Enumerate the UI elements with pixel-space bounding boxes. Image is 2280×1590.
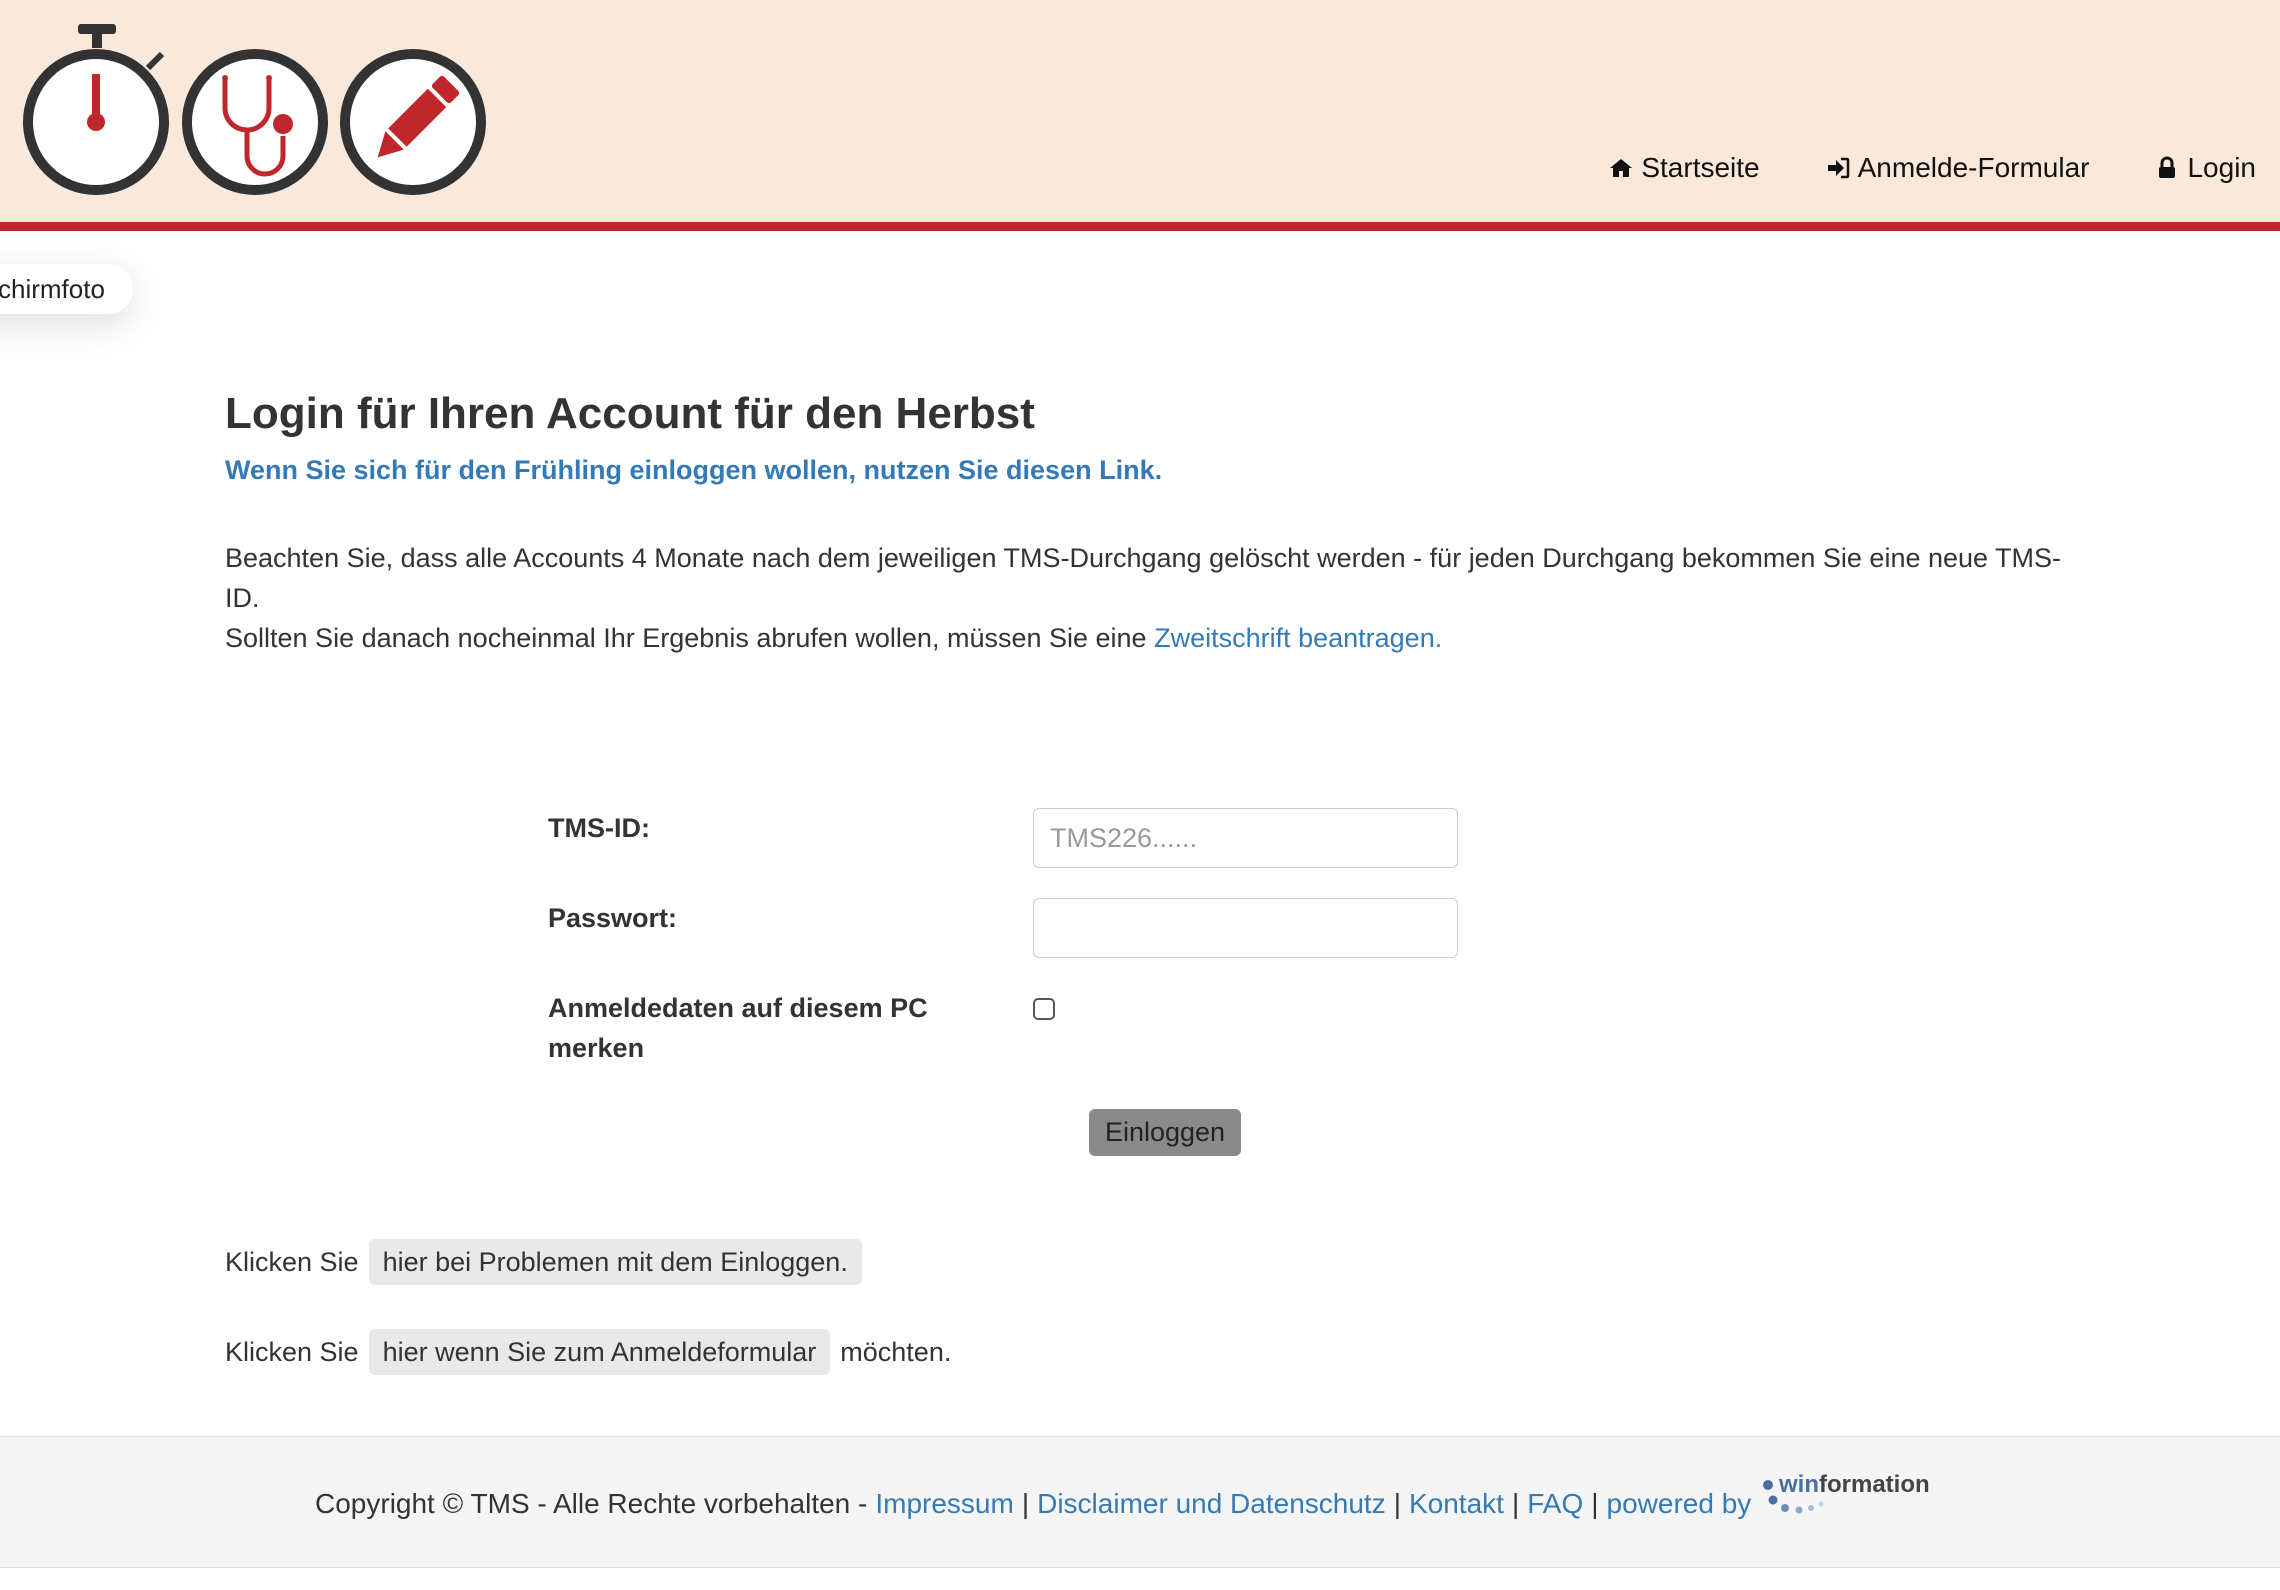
nav-login[interactable]: Login bbox=[2155, 152, 2256, 184]
footer-separator: | bbox=[1393, 1488, 1401, 1519]
stopwatch-icon bbox=[23, 24, 169, 195]
pencil-icon bbox=[340, 49, 486, 195]
winformation-logo[interactable]: winformation bbox=[1761, 1474, 1951, 1522]
main-content: Login für Ihren Account für den Herbst W… bbox=[225, 388, 2085, 658]
header-accent-bar bbox=[0, 222, 2280, 231]
help-prefix: Klicken Sie bbox=[225, 1336, 359, 1367]
screenshot-tab-label: chirmfoto bbox=[0, 274, 105, 304]
login-submit-button[interactable]: Einloggen bbox=[1089, 1109, 1241, 1156]
notice-line-2-text: Sollten Sie danach nocheinmal Ihr Ergebn… bbox=[225, 623, 1147, 653]
remember-label: Anmeldedaten auf diesem PC merken bbox=[548, 993, 928, 1063]
footer-separator: | bbox=[1511, 1488, 1520, 1519]
tms-id-input[interactable] bbox=[1033, 808, 1458, 868]
faq-link[interactable]: FAQ bbox=[1527, 1488, 1583, 1520]
login-form: TMS-ID: Passwort: Anmeldedaten auf diese… bbox=[548, 808, 1468, 1078]
page-title: Login für Ihren Account für den Herbst bbox=[225, 389, 1035, 438]
privacy-link[interactable]: Disclaimer und Datenschutz bbox=[1037, 1488, 1386, 1520]
registration-form-row: Klicken Sie hier wenn Sie zum Anmeldefor… bbox=[225, 1329, 951, 1375]
help-suffix: möchten. bbox=[840, 1336, 952, 1367]
notice-line-2: Sollten Sie danach nocheinmal Ihr Ergebn… bbox=[225, 618, 2085, 658]
help-prefix: Klicken Sie bbox=[225, 1246, 359, 1277]
login-problems-row: Klicken Sie hier bei Problemen mit dem E… bbox=[225, 1239, 872, 1285]
duplicate-request-link[interactable]: Zweitschrift beantragen. bbox=[1154, 623, 1442, 653]
lock-icon bbox=[2159, 156, 2176, 178]
screenshot-tab[interactable]: chirmfoto bbox=[0, 264, 133, 314]
logo-icons bbox=[23, 24, 486, 195]
remember-row: Anmeldedaten auf diesem PC merken bbox=[548, 988, 1468, 1078]
home-icon bbox=[1610, 159, 1633, 177]
nav-startseite[interactable]: Startseite bbox=[1609, 152, 1760, 184]
copyright-text: Copyright © TMS - Alle Rechte vorbehalte… bbox=[315, 1488, 868, 1519]
powered-by-link[interactable]: powered by bbox=[1607, 1488, 1752, 1520]
winformation-dots-icon: winformation bbox=[1763, 1474, 1930, 1514]
impressum-link[interactable]: Impressum bbox=[875, 1488, 1013, 1520]
footer-line: Copyright © TMS - Alle Rechte vorbehalte… bbox=[315, 1474, 1951, 1528]
remember-checkbox[interactable] bbox=[1033, 998, 1055, 1020]
nav-label: Startseite bbox=[1641, 152, 1760, 183]
sign-in-icon bbox=[1827, 157, 1849, 179]
spring-login-link[interactable]: Wenn Sie sich für den Frühling einloggen… bbox=[225, 450, 2085, 490]
tms-id-row: TMS-ID: bbox=[548, 808, 1468, 898]
nav-anmelde-formular[interactable]: Anmelde-Formular bbox=[1826, 152, 2090, 184]
tms-id-label: TMS-ID: bbox=[548, 813, 650, 843]
login-problems-link[interactable]: hier bei Problemen mit dem Einloggen. bbox=[368, 1239, 862, 1285]
winformation-wordmark: winformation bbox=[1778, 1474, 1930, 1498]
footer-separator: | bbox=[1591, 1488, 1599, 1519]
site-header: Startseite Anmelde-Formular Login bbox=[0, 0, 2280, 222]
account-notice: Beachten Sie, dass alle Accounts 4 Monat… bbox=[225, 538, 2085, 658]
password-label: Passwort: bbox=[548, 903, 678, 933]
footer-separator: | bbox=[1021, 1488, 1030, 1519]
nav-label: Anmelde-Formular bbox=[1857, 152, 2090, 183]
main-nav: Startseite Anmelde-Formular Login bbox=[1609, 152, 2256, 184]
site-footer: Copyright © TMS - Alle Rechte vorbehalte… bbox=[0, 1436, 2280, 1568]
tms-logo[interactable] bbox=[20, 24, 490, 198]
password-row: Passwort: bbox=[548, 898, 1468, 988]
password-input[interactable] bbox=[1033, 898, 1458, 958]
stethoscope-icon bbox=[182, 49, 328, 195]
registration-form-link[interactable]: hier wenn Sie zum Anmeldeformular bbox=[368, 1329, 831, 1375]
notice-line-1: Beachten Sie, dass alle Accounts 4 Monat… bbox=[225, 543, 2062, 613]
contact-link[interactable]: Kontakt bbox=[1409, 1488, 1504, 1520]
nav-label: Login bbox=[2187, 152, 2256, 183]
